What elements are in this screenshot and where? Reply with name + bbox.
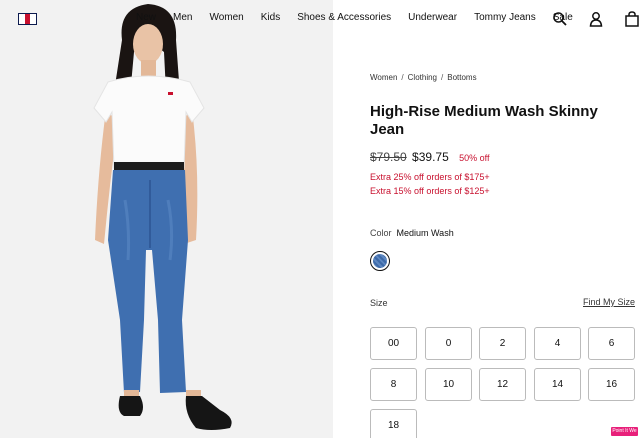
account-icon[interactable]	[588, 11, 604, 27]
size-option[interactable]: 12	[479, 368, 526, 401]
size-option[interactable]: 14	[534, 368, 581, 401]
search-icon[interactable]	[552, 11, 568, 27]
size-option[interactable]: 2	[479, 327, 526, 360]
nav-link-tommy-jeans[interactable]: Tommy Jeans	[474, 12, 536, 23]
breadcrumb-clothing[interactable]: Clothing	[408, 73, 437, 82]
breadcrumb-separator: /	[441, 73, 444, 82]
right-shoe-shape	[185, 396, 232, 430]
breadcrumb: Women / Clothing / Bottoms	[370, 73, 477, 82]
bag-icon[interactable]	[624, 11, 640, 27]
nav-link-shoes-accessories[interactable]: Shoes & Accessories	[297, 12, 391, 23]
size-option[interactable]: 6	[588, 327, 635, 360]
size-option[interactable]: 18	[370, 409, 417, 438]
size-option[interactable]: 0	[425, 327, 472, 360]
belt-shape	[114, 162, 184, 171]
promo-message: Extra 15% off orders of $125+	[370, 186, 490, 196]
breadcrumb-women[interactable]: Women	[370, 73, 397, 82]
nav-link-women[interactable]: Women	[209, 12, 243, 23]
main-menu: New Men Women Kids Shoes & Accessories U…	[136, 12, 590, 23]
top-navigation: New Men Women Kids Shoes & Accessories U…	[0, 0, 640, 38]
brand-logo[interactable]	[18, 13, 37, 25]
size-option[interactable]: 16	[588, 368, 635, 401]
breadcrumb-separator: /	[401, 73, 404, 82]
size-option[interactable]: 4	[534, 327, 581, 360]
size-option[interactable]: 10	[425, 368, 472, 401]
size-option[interactable]: 8	[370, 368, 417, 401]
header-actions	[532, 11, 640, 27]
jeans-shape	[108, 170, 188, 393]
promo-message: Extra 25% off orders of $175+	[370, 172, 490, 182]
product-title: High-Rise Medium Wash Skinny Jean	[370, 103, 598, 138]
color-label: Color	[370, 228, 392, 238]
nav-link-underwear[interactable]: Underwear	[408, 12, 457, 23]
nav-link-men[interactable]: Men	[173, 12, 192, 23]
nav-link-kids[interactable]: Kids	[261, 12, 280, 23]
nav-link-new[interactable]: New	[136, 12, 156, 23]
corner-badge[interactable]: Point It We	[611, 427, 638, 436]
sale-price: $39.75	[412, 150, 449, 164]
original-price: $79.50	[370, 150, 407, 164]
price-row: $79.50 $39.75 50% off	[370, 150, 489, 164]
discount-label: 50% off	[459, 153, 490, 163]
color-swatch-medium-wash[interactable]	[370, 251, 390, 271]
find-my-size-link[interactable]: Find My Size	[583, 297, 635, 307]
left-shoe-shape	[118, 396, 143, 416]
model-photo	[93, 4, 232, 430]
breadcrumb-bottoms[interactable]: Bottoms	[447, 73, 476, 82]
color-value: Medium Wash	[396, 228, 454, 238]
size-label: Size	[370, 298, 388, 308]
size-option[interactable]: 00	[370, 327, 417, 360]
product-image	[0, 0, 333, 438]
color-selector-label: Color Medium Wash	[370, 228, 454, 238]
